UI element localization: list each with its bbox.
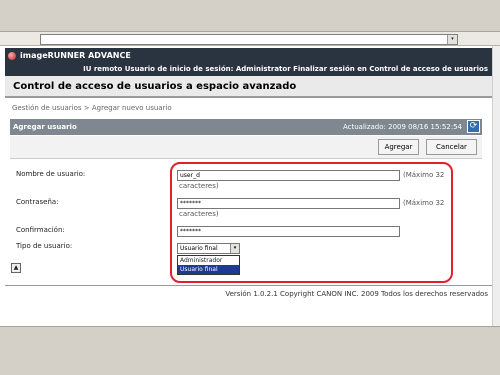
remote-ui-link[interactable]: IU remoto bbox=[83, 65, 122, 73]
add-button[interactable]: Agregar bbox=[378, 139, 419, 155]
username-label: Nombre de usuario: bbox=[16, 170, 86, 178]
page-title-bar: Control de acceso de usuarios a espacio … bbox=[5, 76, 492, 98]
vertical-scrollbar[interactable] bbox=[492, 46, 500, 326]
access-control-text: en Control de acceso de usuarios bbox=[357, 65, 488, 73]
action-bar: Agregar Cancelar bbox=[10, 136, 482, 159]
refresh-icon[interactable]: ⟳ bbox=[467, 120, 480, 133]
section-title: Agregar usuario bbox=[13, 123, 77, 131]
breadcrumb[interactable]: Gestión de usuarios > Agregar nuevo usua… bbox=[12, 104, 172, 112]
highlight-annotation bbox=[170, 162, 453, 283]
section-header: Agregar usuario Actualizado: 2009 08/16 … bbox=[10, 119, 482, 135]
header-links: IU remoto Usuario de inicio de sesión: A… bbox=[83, 65, 488, 73]
page-title: Control de acceso de usuarios a espacio … bbox=[13, 81, 297, 92]
back-to-top-icon[interactable]: ▲ bbox=[11, 263, 21, 273]
app-header: imageRUNNER ADVANCE IU remoto Usuario de… bbox=[5, 48, 492, 76]
logout-link[interactable]: Finalizar sesión bbox=[293, 65, 355, 73]
product-logo: imageRUNNER ADVANCE bbox=[8, 51, 131, 60]
browser-toolbar bbox=[0, 0, 500, 32]
cancel-button[interactable]: Cancelar bbox=[426, 139, 477, 155]
browser-status-area bbox=[0, 326, 500, 375]
password-label: Contraseña: bbox=[16, 198, 59, 206]
usertype-label: Tipo de usuario: bbox=[16, 242, 73, 250]
canon-logo-icon bbox=[8, 51, 16, 60]
footer-divider bbox=[5, 285, 492, 286]
product-name: imageRUNNER ADVANCE bbox=[20, 51, 131, 60]
updated-timestamp: Actualizado: 2009 08/16 15:52:54 bbox=[342, 123, 462, 131]
confirm-label: Confirmación: bbox=[16, 226, 65, 234]
address-bar[interactable]: ▾ bbox=[40, 34, 458, 45]
address-dropdown-icon[interactable]: ▾ bbox=[447, 35, 457, 44]
footer-copyright: Versión 1.0.2.1 Copyright CANON INC. 200… bbox=[225, 290, 488, 298]
login-user-text: Usuario de inicio de sesión: Administrat… bbox=[124, 65, 291, 73]
